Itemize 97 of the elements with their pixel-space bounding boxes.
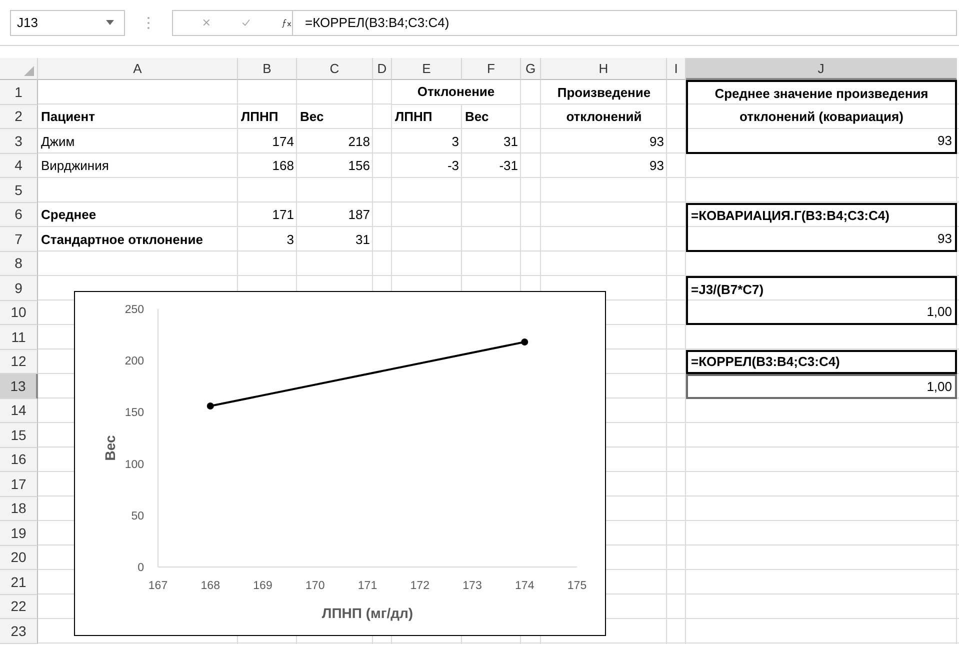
chart-area[interactable]: 0 50 100 150 200 250 167 168 169 170 171 172 173 174 175 ЛПНП (мг/дл) Вес: [74, 291, 606, 636]
y-tick-label: 250: [124, 304, 144, 316]
row-header[interactable]: 14: [0, 398, 38, 423]
check-icon[interactable]: [242, 17, 250, 28]
column-header[interactable]: C: [297, 58, 373, 80]
x-tick-label: 170: [306, 580, 325, 592]
column-header[interactable]: I: [667, 58, 686, 80]
triangle-icon: [24, 66, 34, 76]
table-cell-text: 168: [271, 157, 295, 176]
x-tick-label: 174: [515, 580, 534, 592]
table-cell: 1,00: [686, 300, 957, 325]
table-cell-text: ЛПНП: [240, 108, 280, 126]
table-cell-text: Пациент: [40, 108, 96, 126]
table-cell: =J3/(B7*C7): [686, 276, 957, 300]
table-cell-text: 93: [648, 157, 665, 176]
x-axis-title: ЛПНП (мг/дл): [322, 605, 414, 621]
x-tick-label: 172: [410, 580, 430, 592]
table-cell-text: Среднее: [40, 206, 98, 224]
drag-handle-icon[interactable]: [147, 16, 150, 30]
table-cell-text: 187: [347, 206, 371, 224]
y-tick-label: 0: [138, 562, 144, 574]
row-header[interactable]: 22: [0, 594, 38, 619]
row-header[interactable]: 6: [0, 202, 38, 227]
data-point: [206, 402, 214, 410]
row-header[interactable]: 13: [0, 374, 38, 398]
row-header[interactable]: 8: [0, 252, 38, 276]
column-header[interactable]: H: [541, 58, 667, 80]
table-cell-text: 171: [271, 206, 295, 224]
table-cell-text: 3: [450, 132, 460, 151]
cell-reference: J13: [17, 15, 38, 30]
y-tick-label: 100: [124, 458, 144, 471]
table-cell-text: 156: [347, 157, 371, 176]
row-header[interactable]: 17: [0, 472, 38, 496]
x-tick-label: 175: [567, 580, 587, 592]
table-cell-text: Произведение: [556, 84, 652, 102]
y-tick-label: 150: [124, 407, 144, 420]
column-header[interactable]: B: [238, 58, 297, 80]
table-cell-text: отклонений: [565, 108, 643, 126]
table-cell-text: ЛПНП: [394, 108, 434, 126]
table-cell-text: -31: [498, 157, 519, 176]
column-header[interactable]: E: [392, 58, 462, 80]
y-tick-label: 200: [124, 356, 144, 368]
table-cell-text: 31: [502, 132, 519, 151]
row-header[interactable]: 19: [0, 521, 38, 546]
row-header[interactable]: 20: [0, 546, 38, 570]
x-tick-label: 173: [462, 580, 482, 592]
column-header[interactable]: G: [521, 58, 541, 80]
table-cell-text: 218: [347, 132, 371, 151]
select-all-button[interactable]: [0, 58, 38, 80]
x-tick-label: 167: [148, 580, 168, 592]
table-cell: 93: [686, 129, 957, 154]
table-cell-text: Вес: [299, 108, 325, 126]
caret-icon[interactable]: [106, 20, 114, 25]
row-header[interactable]: 18: [0, 496, 38, 521]
column-header[interactable]: J: [686, 58, 957, 80]
table-cell-text: 174: [271, 132, 295, 151]
row-header[interactable]: 5: [0, 178, 38, 202]
row-header[interactable]: 11: [0, 325, 38, 350]
row-header[interactable]: 1: [0, 80, 38, 104]
row-header[interactable]: 16: [0, 448, 38, 472]
table-cell: 1,00: [686, 374, 957, 398]
table-cell: Отклонение: [392, 80, 521, 104]
table-cell: 93: [686, 227, 957, 252]
table-cell: Среднее значение произведения: [686, 80, 957, 104]
x-tick-label: 169: [253, 580, 272, 592]
table-cell-text: Вирджиния: [40, 157, 110, 176]
row-header[interactable]: 2: [0, 104, 38, 129]
cancel-icon[interactable]: [203, 17, 210, 28]
y-axis-title: Вес: [102, 435, 118, 461]
row-header[interactable]: 7: [0, 227, 38, 252]
table-cell: =КОРРЕЛ(B3:B4;C3:C4): [686, 350, 957, 374]
table-cell-text: Джим: [40, 132, 76, 151]
y-tick-label: 50: [131, 510, 144, 522]
table-cell-text: 93: [648, 132, 665, 151]
table-cell-text: Вес: [464, 108, 490, 126]
table-cell: отклонений (ковариация): [686, 104, 957, 129]
x-tick-label: 168: [200, 580, 220, 592]
column-header[interactable]: F: [462, 58, 521, 80]
row-header[interactable]: 9: [0, 276, 38, 300]
row-header[interactable]: 15: [0, 423, 38, 448]
name-box[interactable]: J13: [10, 10, 125, 36]
row-header[interactable]: 23: [0, 619, 38, 644]
column-header[interactable]: A: [38, 58, 238, 80]
row-header[interactable]: 10: [0, 300, 38, 325]
data-point: [521, 338, 528, 346]
table-cell-text: 3: [286, 230, 295, 249]
row-header[interactable]: 3: [0, 129, 38, 154]
row-header[interactable]: 21: [0, 570, 38, 594]
column-header[interactable]: D: [373, 58, 392, 80]
formula-field[interactable]: =КОРРЕЛ(B3:B4;C3:C4): [292, 10, 957, 36]
table-cell-text: Стандартное отклонение: [40, 230, 204, 249]
row-header[interactable]: 12: [0, 350, 38, 374]
table-cell-text: 31: [354, 230, 371, 249]
x-tick-label: 171: [358, 580, 378, 592]
row-header[interactable]: 4: [0, 154, 38, 178]
table-cell: =КОВАРИАЦИЯ.Г(B3:B4;C3:C4): [686, 202, 957, 227]
table-cell-text: -3: [446, 157, 460, 176]
